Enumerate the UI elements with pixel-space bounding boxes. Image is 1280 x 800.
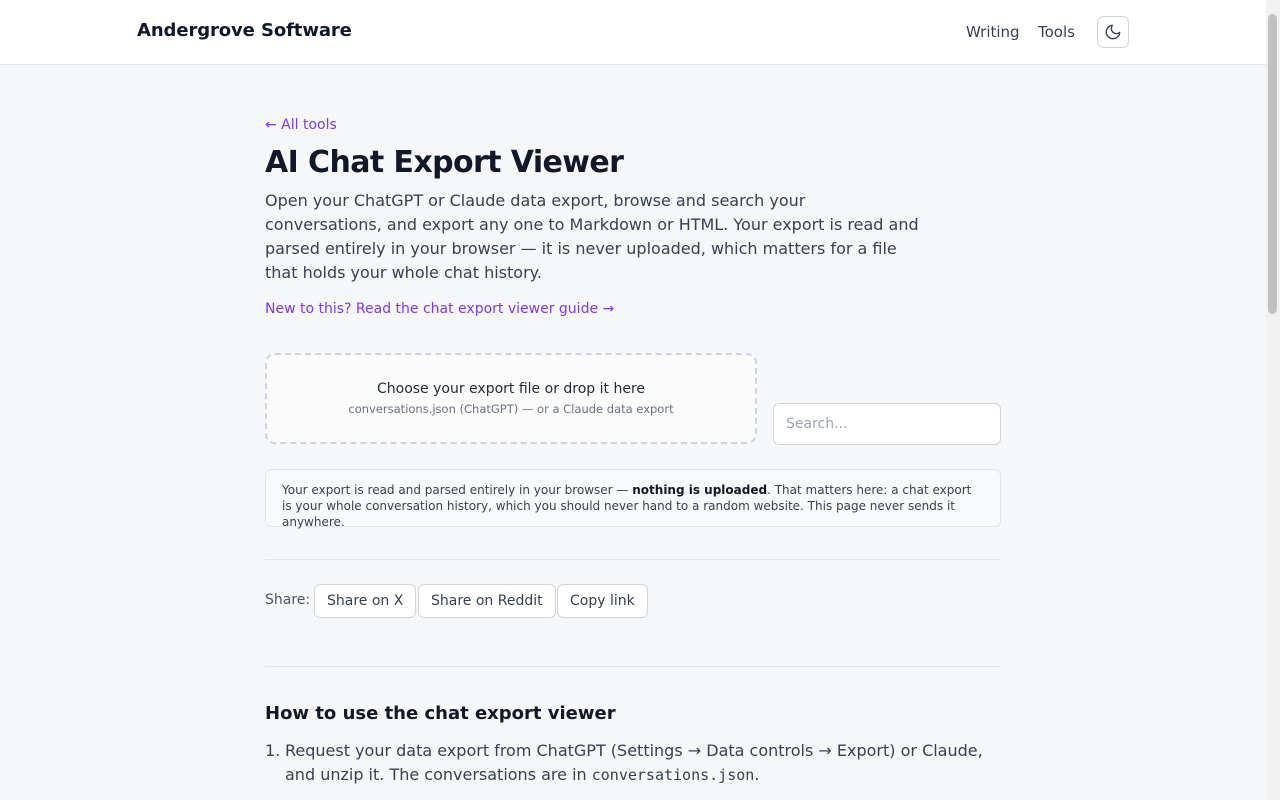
dropzone-title: Choose your export file or drop it here bbox=[376, 381, 646, 397]
notice-text-before: Your export is read and parsed entirely … bbox=[282, 483, 633, 497]
scrollbar-thumb[interactable] bbox=[1268, 14, 1277, 314]
howto-heading: How to use the chat export viewer bbox=[265, 703, 616, 724]
copy-link-button[interactable]: Copy link bbox=[557, 584, 648, 618]
nav-link-tools[interactable]: Tools bbox=[1038, 23, 1075, 41]
file-dropzone[interactable]: Choose your export file or drop it here … bbox=[265, 353, 757, 444]
step-number: 1. bbox=[265, 741, 281, 760]
list-item: 1. Request your data export from ChatGPT… bbox=[265, 739, 1001, 787]
step-text-after: . bbox=[754, 765, 760, 784]
howto-steps-list: 1. Request your data export from ChatGPT… bbox=[265, 739, 1001, 787]
moon-icon bbox=[1105, 24, 1121, 40]
intro-paragraph: Open your ChatGPT or Claude data export,… bbox=[265, 191, 919, 282]
share-on-x-button[interactable]: Share on X bbox=[314, 584, 417, 618]
notice-text-bold: nothing is uploaded bbox=[632, 483, 768, 497]
step-code: conversations.json bbox=[591, 766, 755, 784]
search-input[interactable] bbox=[773, 403, 1001, 445]
share-label: Share: bbox=[265, 592, 311, 608]
divider bbox=[265, 666, 1001, 667]
step-text: Request your data export from ChatGPT (S… bbox=[285, 739, 1001, 787]
top-navigation-bar: Andergrove Software Writing Tools bbox=[0, 0, 1266, 65]
dropzone-subtitle: conversations.json (ChatGPT) — or a Clau… bbox=[348, 402, 674, 416]
divider bbox=[265, 559, 1001, 560]
theme-toggle-button[interactable] bbox=[1097, 16, 1129, 48]
share-on-reddit-button[interactable]: Share on Reddit bbox=[418, 584, 556, 618]
all-tools-back-link[interactable]: ← All tools bbox=[265, 117, 337, 133]
brand-logo-text[interactable]: Andergrove Software bbox=[137, 20, 352, 41]
privacy-notice: Your export is read and parsed entirely … bbox=[265, 469, 1001, 529]
page-title: AI Chat Export Viewer bbox=[265, 145, 624, 180]
guide-link[interactable]: New to this? Read the chat export viewer… bbox=[265, 301, 614, 317]
nav-link-writing[interactable]: Writing bbox=[966, 23, 1020, 41]
